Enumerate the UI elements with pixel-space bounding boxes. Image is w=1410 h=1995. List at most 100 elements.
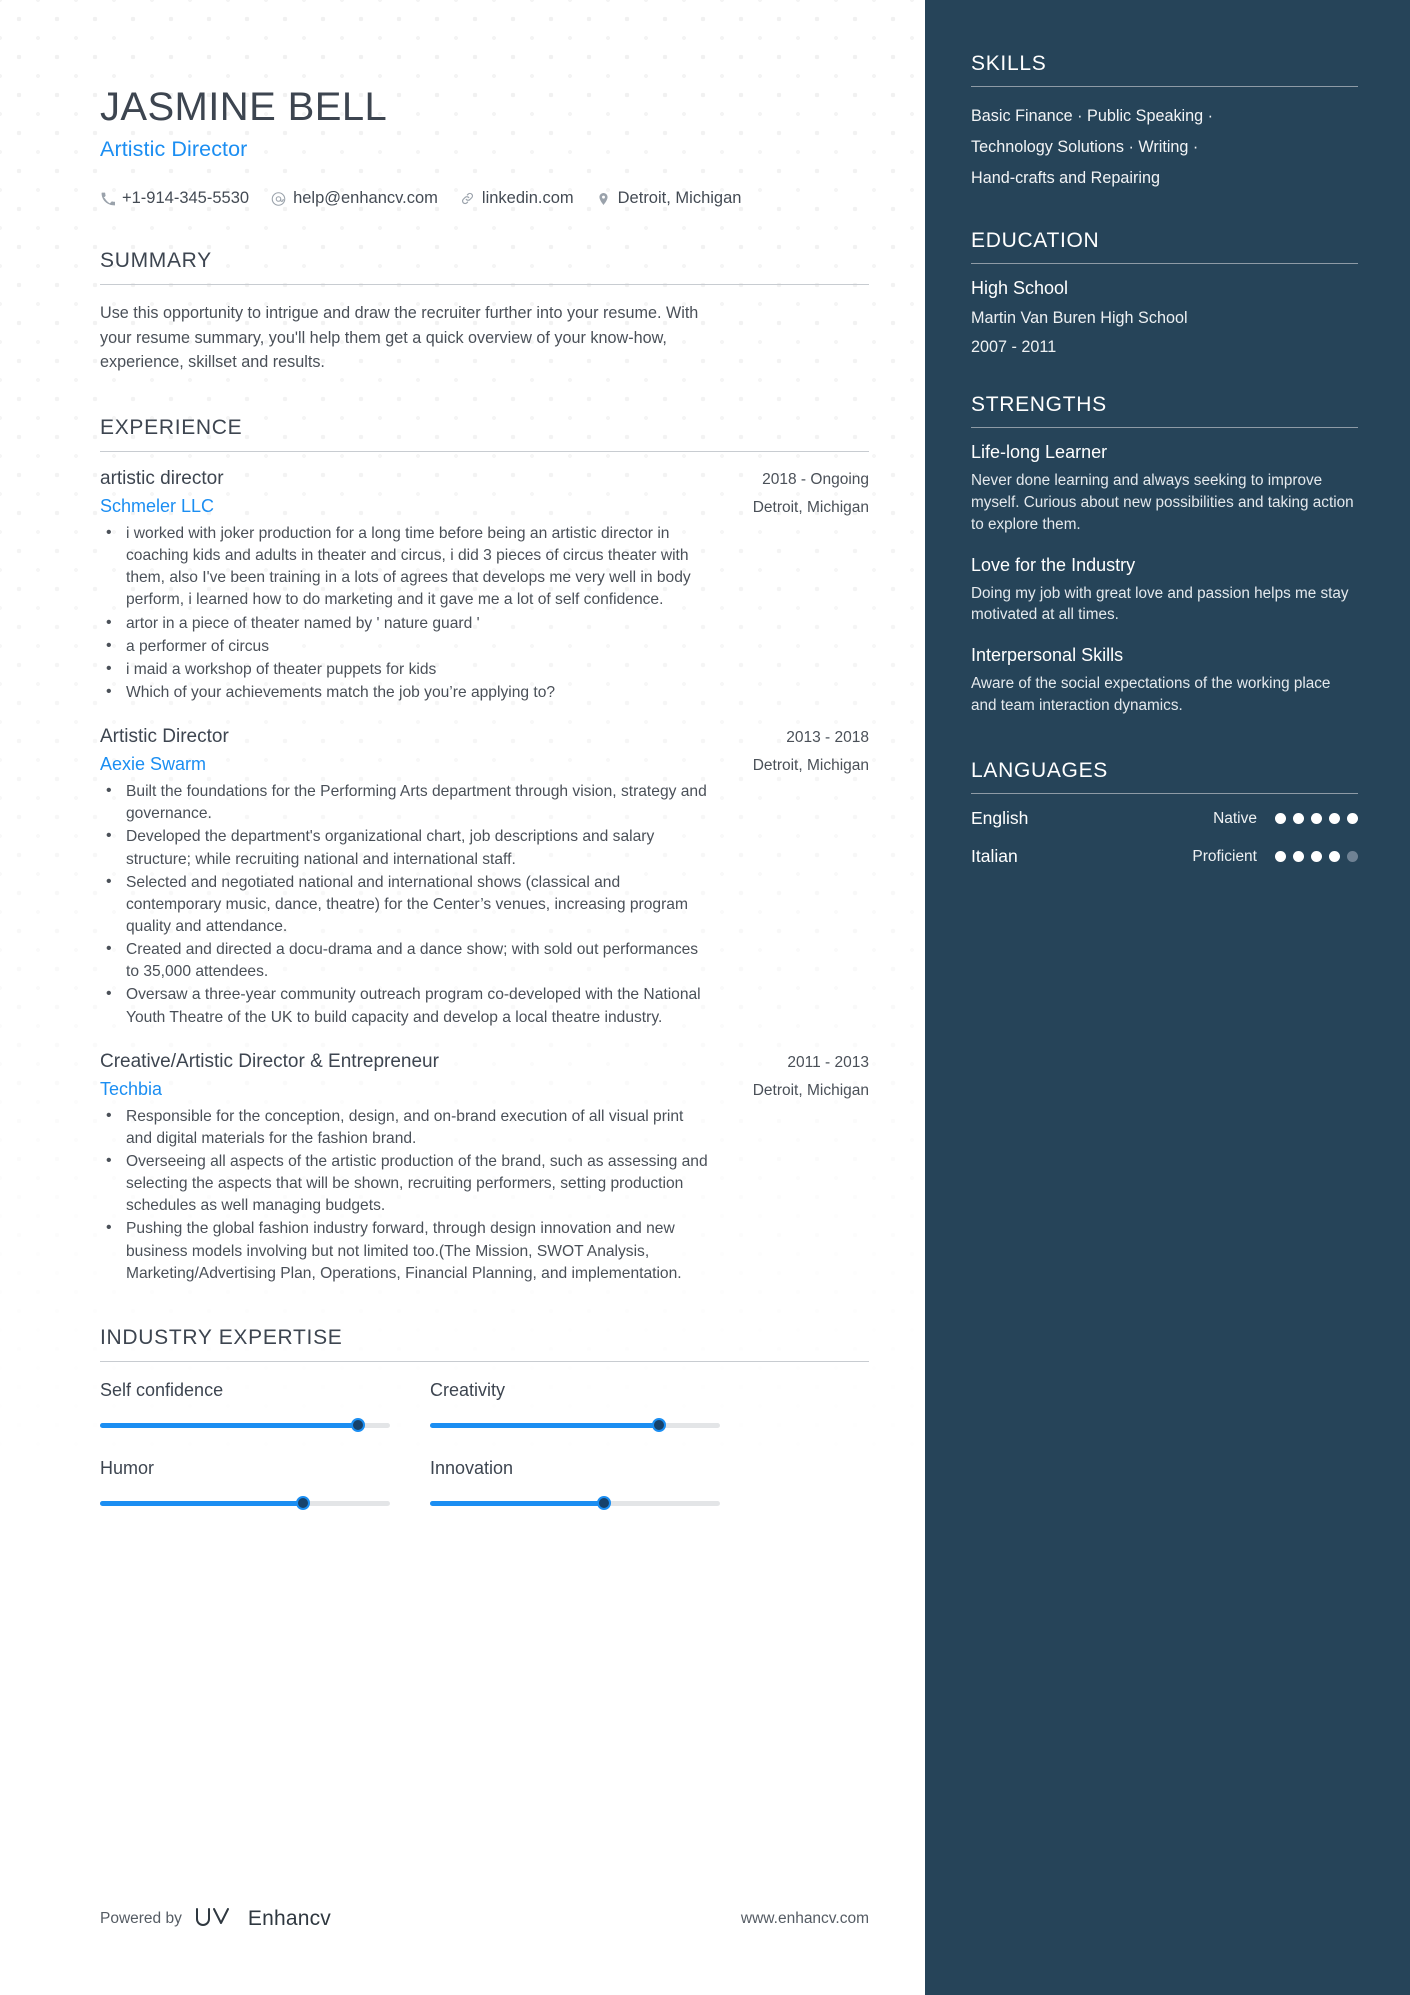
powered-by-label: Powered by (100, 1910, 182, 1927)
language-name: English (971, 808, 1029, 829)
experience-bullet: Pushing the global fashion industry forw… (100, 1217, 712, 1284)
contact-linkedin[interactable]: linkedin.com (460, 189, 574, 208)
summary-heading: SUMMARY (100, 249, 869, 286)
phone-icon (100, 191, 115, 207)
resume-main-column: JASMINE BELL Artistic Director +1-914-34… (0, 0, 925, 1995)
experience-section: EXPERIENCE artistic director 2018 - Ongoi… (100, 416, 869, 1285)
contact-phone-value: +1-914-345-5530 (122, 189, 250, 208)
summary-section: SUMMARY Use this opportunity to intrigue… (100, 249, 869, 375)
page-footer: Powered by Enhancv www.enhancv.com (100, 1905, 869, 1933)
skill-line: Hand-crafts and Repairing (971, 168, 1160, 187)
experience-role: Creative/Artistic Director & Entrepreneu… (100, 1050, 439, 1072)
experience-bullet: Built the foundations for the Performing… (100, 780, 712, 825)
education-heading: EDUCATION (971, 229, 1358, 265)
education-degree: High School (971, 278, 1069, 299)
sidebar-strengths-section: STRENGTHS Life-long Learner Never done le… (971, 393, 1358, 716)
expertise-slider-fill (430, 1500, 604, 1506)
expertise-slider-track[interactable] (430, 1496, 720, 1511)
resume-page: JASMINE BELL Artistic Director +1-914-34… (0, 0, 1410, 1995)
expertise-slider-track[interactable] (100, 1496, 390, 1511)
language-rating-dot (1311, 813, 1322, 825)
languages-heading: LANGUAGES (971, 759, 1358, 795)
experience-dates: 2018 - Ongoing (762, 471, 869, 489)
skills-body: Basic Finance · Public Speaking · Technol… (971, 87, 1358, 193)
expertise-slider-knob[interactable] (351, 1418, 366, 1433)
strength-description: Never done learning and always seeking t… (971, 472, 1354, 533)
expertise-slider-fill (430, 1422, 660, 1428)
expertise-slider-label: Self confidence (100, 1379, 224, 1400)
experience-company[interactable]: Aexie Swarm (100, 754, 206, 775)
contact-location: Detroit, Michigan (596, 189, 742, 208)
language-rating-dot (1293, 851, 1304, 863)
strength-item: Interpersonal Skills Aware of the social … (971, 645, 1358, 716)
experience-heading: EXPERIENCE (100, 416, 869, 453)
expertise-slider-knob[interactable] (597, 1496, 611, 1511)
enhancv-brand-name: Enhancv (247, 1907, 331, 1930)
experience-entry-subheader: Schmeler LLC Detroit, Michigan (100, 496, 869, 517)
experience-entry-header: artistic director 2018 - Ongoing (100, 468, 869, 490)
language-rating-dot (1329, 813, 1340, 825)
experience-dates: 2013 - 2018 (786, 729, 869, 747)
strength-title: Life-long Learner (971, 442, 1108, 463)
skill-line: Basic Finance · Public Speaking · (971, 107, 1214, 125)
language-rating-dot (1311, 851, 1322, 863)
experience-entry-subheader: Techbia Detroit, Michigan (100, 1079, 869, 1100)
language-rating-dot (1347, 851, 1358, 863)
expertise-slider-grid: Self confidence Creativity Humor Innovation (100, 1379, 720, 1511)
education-body: High School Martin Van Buren High School… (971, 264, 1358, 357)
experience-bullet: artor in a piece of theater named by ' n… (100, 612, 712, 635)
experience-role: artistic director (100, 468, 224, 490)
contact-location-value: Detroit, Michigan (617, 189, 742, 208)
experience-bullet: a performer of circus (100, 635, 712, 658)
strengths-body: Life-long Learner Never done learning and… (971, 428, 1358, 716)
experience-bullet: Responsible for the conception, design, … (100, 1105, 712, 1150)
experience-bullet-list: i worked with joker production for a lon… (100, 522, 869, 704)
strength-title: Interpersonal Skills (971, 644, 1124, 665)
experience-entry: artistic director 2018 - Ongoing Schmeler … (100, 468, 869, 704)
expertise-slider-knob[interactable] (296, 1496, 310, 1511)
contact-email-value: help@enhancv.com (293, 189, 438, 208)
experience-company[interactable]: Schmeler LLC (100, 496, 214, 517)
experience-location: Detroit, Michigan (752, 499, 869, 517)
experience-location: Detroit, Michigan (752, 1081, 869, 1099)
sidebar-skills-section: SKILLS Basic Finance · Public Speaking ·… (971, 52, 1358, 193)
language-rating-dot (1329, 851, 1340, 863)
experience-bullet: Developed the department's organizationa… (100, 825, 712, 870)
skills-heading: SKILLS (971, 52, 1358, 87)
experience-bullet: Overseeing all aspects of the artistic p… (100, 1150, 712, 1217)
language-row: English Native (971, 808, 1358, 829)
experience-entry-subheader: Aexie Swarm Detroit, Michigan (100, 754, 869, 775)
enhancv-logo-icon (194, 1905, 240, 1933)
experience-entry-header: Artistic Director 2013 - 2018 (100, 726, 869, 748)
expertise-slider-label: Humor (100, 1457, 155, 1478)
page-title: JASMINE BELL (100, 85, 388, 129)
experience-entry-header: Creative/Artistic Director & Entrepreneu… (100, 1051, 869, 1073)
strength-item: Love for the Industry Doing my job with g… (971, 555, 1358, 626)
summary-text: Use this opportunity to intrigue and dra… (100, 304, 699, 372)
location-pin-icon (596, 191, 611, 207)
language-rating-dot (1347, 813, 1358, 825)
strength-item: Life-long Learner Never done learning and… (971, 442, 1358, 535)
experience-company[interactable]: Techbia (100, 1079, 162, 1100)
contact-phone[interactable]: +1-914-345-5530 (100, 189, 249, 208)
expertise-slider-track[interactable] (100, 1418, 390, 1433)
experience-bullet: i worked with joker production for a lon… (100, 522, 712, 612)
language-rating-dots (1275, 851, 1358, 863)
contact-email[interactable]: help@enhancv.com (271, 189, 438, 208)
education-dates: 2007 - 2011 (971, 338, 1057, 357)
expertise-slider: Humor (100, 1457, 390, 1511)
education-school: Martin Van Buren High School (971, 309, 1188, 328)
header-job-title: Artistic Director (100, 137, 248, 162)
experience-bullet: Which of your achievements match the job… (100, 681, 712, 704)
expertise-slider-knob[interactable] (652, 1418, 667, 1433)
language-level: Native (1213, 809, 1257, 827)
experience-entry: Creative/Artistic Director & Entrepreneu… (100, 1051, 869, 1285)
footer-url[interactable]: www.enhancv.com (741, 1910, 869, 1928)
sidebar-languages-section: LANGUAGES English Native Italian Proficient (971, 759, 1358, 867)
skill-line: Technology Solutions · Writing · (971, 137, 1199, 156)
experience-bullet: i maid a workshop of theater puppets for… (100, 658, 712, 681)
expertise-slider-track[interactable] (430, 1418, 720, 1433)
strength-title: Love for the Industry (971, 554, 1136, 575)
language-name: Italian (971, 846, 1018, 867)
experience-dates: 2011 - 2013 (787, 1053, 869, 1071)
